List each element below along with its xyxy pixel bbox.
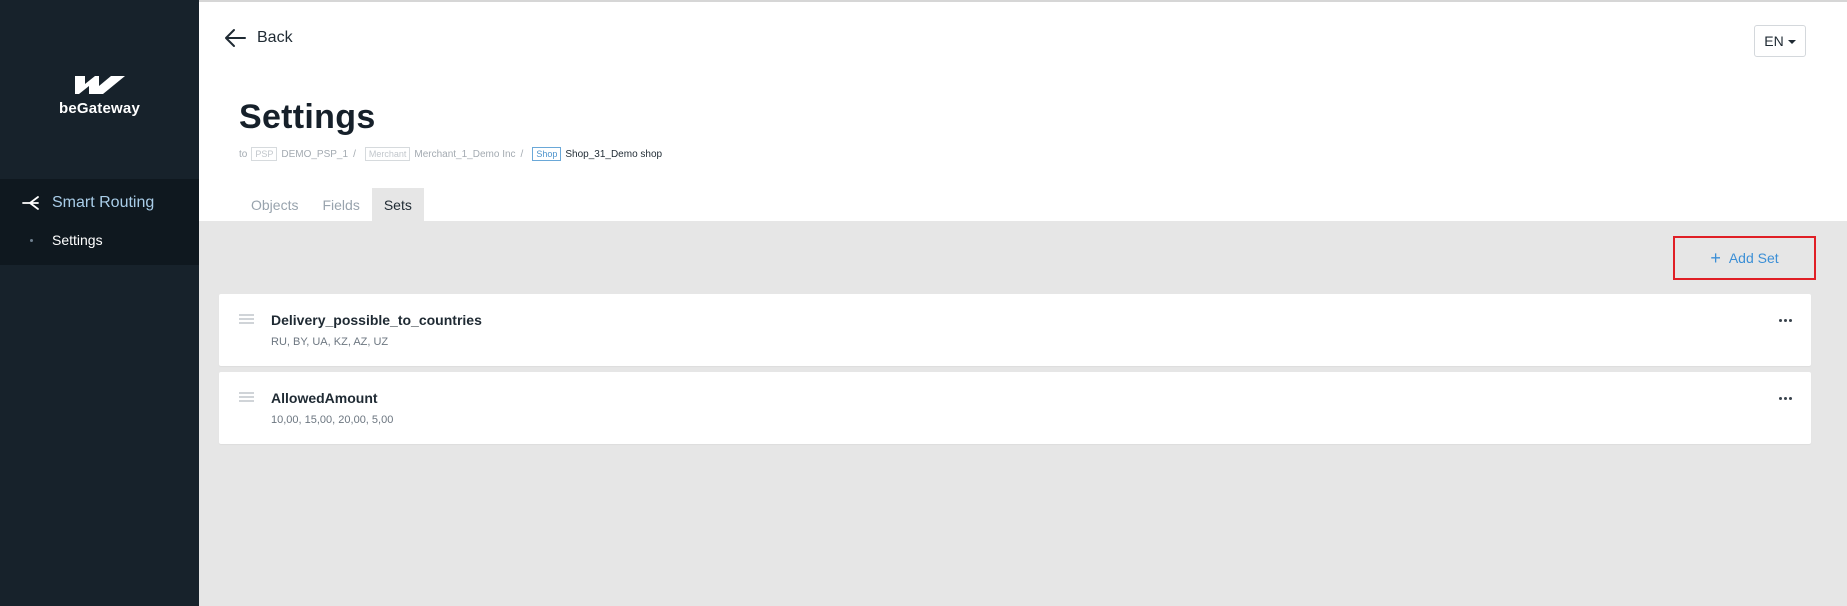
- list-item[interactable]: AllowedAmount 10,00, 15,00, 20,00, 5,00: [219, 372, 1811, 444]
- add-set-button[interactable]: + Add Set: [1673, 236, 1816, 280]
- add-set-label: Add Set: [1728, 250, 1779, 266]
- breadcrumb-separator: /: [353, 148, 356, 160]
- set-values: 10,00, 15,00, 20,00, 5,00: [271, 414, 394, 426]
- tab-objects[interactable]: Objects: [239, 188, 310, 221]
- breadcrumb-prefix: to: [239, 148, 248, 160]
- breadcrumb-link-psp[interactable]: DEMO_PSP_1: [281, 149, 348, 160]
- breadcrumb-separator: /: [520, 148, 524, 160]
- logo-mark-icon: [74, 76, 125, 94]
- page-title: Settings: [239, 98, 376, 136]
- breadcrumb-tag-merchant: Merchant: [364, 147, 411, 161]
- sidebar-subitem-label: Settings: [52, 232, 103, 248]
- arrow-left-icon: [225, 29, 246, 47]
- drag-handle-icon[interactable]: [239, 392, 254, 402]
- breadcrumb-tag-psp: PSP: [251, 147, 278, 161]
- top-divider: [199, 0, 1847, 2]
- tabs: Objects Fields Sets: [239, 188, 424, 221]
- tab-fields[interactable]: Fields: [310, 188, 371, 221]
- plus-icon: +: [1710, 248, 1721, 268]
- chevron-down-icon: [1787, 40, 1796, 44]
- sidebar-item-settings[interactable]: Settings: [0, 227, 199, 253]
- sidebar-item-smart-routing[interactable]: Smart Routing: [0, 179, 199, 227]
- logo-text: beGateway: [58, 100, 140, 117]
- list-item[interactable]: Delivery_possible_to_countries RU, BY, U…: [219, 294, 1811, 366]
- language-select[interactable]: EN: [1754, 25, 1806, 57]
- sidebar-item-label: Smart Routing: [52, 194, 155, 211]
- drag-handle-icon[interactable]: [239, 314, 254, 324]
- sidebar: beGateway Smart Routing Settings: [0, 0, 199, 606]
- set-values: RU, BY, UA, KZ, AZ, UZ: [271, 336, 389, 348]
- more-options-icon[interactable]: [1773, 312, 1797, 328]
- breadcrumb: to PSP DEMO_PSP_1 / Merchant Merchant_1_…: [239, 147, 662, 161]
- more-options-icon[interactable]: [1773, 390, 1797, 406]
- tab-sets[interactable]: Sets: [371, 188, 424, 221]
- logo[interactable]: beGateway: [0, 72, 199, 117]
- sidebar-section-smart-routing: Smart Routing Settings: [0, 179, 199, 265]
- language-value: EN: [1764, 33, 1784, 49]
- breadcrumb-tag-shop: Shop: [532, 147, 562, 161]
- bullet-icon: [30, 238, 33, 242]
- set-name: Delivery_possible_to_countries: [271, 312, 482, 328]
- routing-icon: [22, 196, 39, 210]
- back-label: Back: [257, 29, 293, 46]
- back-button[interactable]: Back: [223, 28, 293, 48]
- set-name: AllowedAmount: [271, 390, 378, 406]
- breadcrumb-link-merchant[interactable]: Merchant_1_Demo Inc: [414, 149, 515, 160]
- breadcrumb-current-shop: Shop_31_Demo shop: [565, 148, 663, 160]
